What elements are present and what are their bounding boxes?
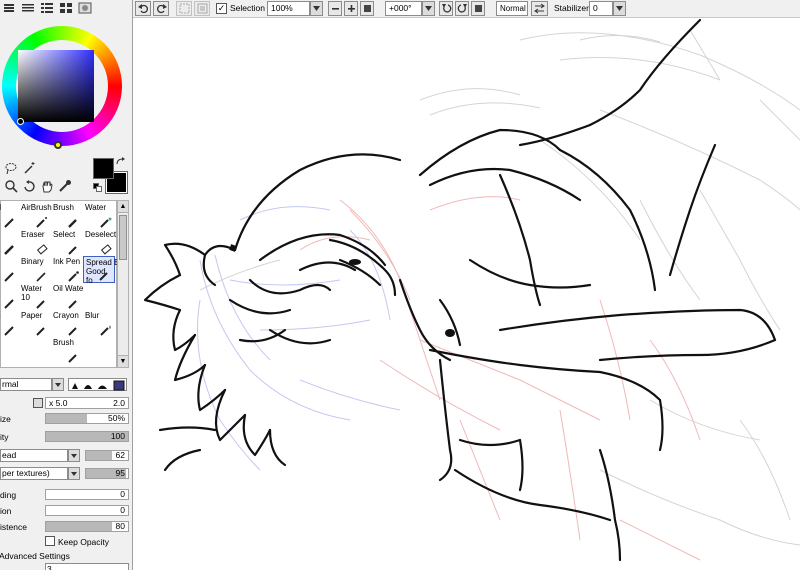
brush-tool-grid: ncil AirBrush Brush Water ker Eraser Sel… <box>0 200 119 368</box>
scroll-down-icon[interactable]: ▼ <box>118 355 128 367</box>
size-pressure-toggle[interactable] <box>33 398 43 408</box>
tool-oil-water[interactable]: Oil Wate <box>51 283 83 310</box>
foreground-color-swatch[interactable] <box>93 158 114 179</box>
blend-mode-field[interactable]: Normal <box>496 1 528 16</box>
texture-strength-slider[interactable]: 95 <box>85 468 129 479</box>
blend-mode-select[interactable]: rmal <box>0 378 52 391</box>
zoom-in-button[interactable] <box>344 1 358 16</box>
undo-button[interactable] <box>135 1 151 16</box>
saturation-value-square[interactable] <box>18 50 94 122</box>
list-view-icon[interactable] <box>21 2 35 14</box>
hue-marker[interactable] <box>54 141 62 149</box>
tool-water-10[interactable]: Water 10 <box>19 283 51 310</box>
deselect-button[interactable] <box>176 1 192 16</box>
tool-airbrush[interactable]: AirBrush <box>19 202 52 229</box>
tool-empty-slot[interactable] <box>83 283 115 310</box>
hand-icon[interactable] <box>40 179 54 193</box>
top-toolbar: ✓ Selection 100% +000° Normal Stabilizer… <box>133 0 800 18</box>
stabilizer-field[interactable]: 0 <box>589 1 613 16</box>
tool-watercolor-variant[interactable]: er <box>0 283 19 310</box>
eyedropper-icon[interactable] <box>58 179 72 193</box>
zoom-out-button[interactable] <box>328 1 342 16</box>
tool-deselect[interactable]: Deselect <box>83 229 116 256</box>
tool-select[interactable]: Select <box>51 229 83 256</box>
stabilizer-dropdown-icon[interactable] <box>613 1 626 16</box>
swap-colors-icon[interactable] <box>116 157 126 167</box>
persistence-slider[interactable]: 80 <box>45 521 129 532</box>
dilution-label: ion <box>0 506 12 516</box>
sketch-artwork <box>143 18 800 562</box>
zoom-dropdown-icon[interactable] <box>310 1 323 16</box>
zoom-icon[interactable] <box>4 179 18 193</box>
brush-shape-select[interactable]: ead <box>0 449 68 462</box>
rotation-dropdown-icon[interactable] <box>422 1 435 16</box>
shape-strength-slider[interactable]: 62 <box>85 450 129 461</box>
tool-pencil[interactable]: ncil <box>0 202 19 229</box>
tool-crayon[interactable]: Crayon <box>51 310 83 337</box>
keep-opacity-label: Keep Opacity <box>58 537 110 547</box>
left-panel: ncil AirBrush Brush Water ker Eraser Sel… <box>0 0 133 570</box>
drawing-canvas[interactable] <box>134 18 800 570</box>
size-range-field[interactable]: x 5.0 2.0 <box>45 397 129 409</box>
tool-eraser[interactable]: Eraser <box>19 229 51 256</box>
brush-shape-selector[interactable] <box>68 378 127 391</box>
blending-label: ding <box>0 490 17 500</box>
tool-binary[interactable]: Binary <box>19 256 51 283</box>
selection-label: Selection <box>230 3 265 13</box>
scroll-thumb[interactable] <box>119 215 127 260</box>
tool-empty-slot[interactable] <box>19 337 51 364</box>
tool-brush-2[interactable]: Brush <box>51 337 83 364</box>
panel-menu-icon[interactable] <box>2 2 16 14</box>
scroll-up-icon[interactable]: ▲ <box>118 201 128 213</box>
tool-spread-brush[interactable]: Spread B Good fo <box>83 256 119 285</box>
tool-brush[interactable]: Brush <box>51 202 83 229</box>
advanced-settings-label[interactable]: Advanced Settings <box>0 551 70 561</box>
rotate-right-button[interactable] <box>455 1 469 16</box>
tool-water[interactable]: Water <box>83 202 115 229</box>
rotate-icon[interactable] <box>22 179 36 193</box>
tool-grid-scrollbar[interactable]: ▲ ▼ <box>117 200 129 368</box>
flip-horizontal-button[interactable] <box>531 1 548 16</box>
blend-mode-dropdown-icon[interactable] <box>52 378 64 391</box>
zoom-field[interactable]: 100% <box>267 1 310 16</box>
redo-button[interactable] <box>153 1 169 16</box>
color-picker-marker[interactable] <box>17 118 24 125</box>
size-slider[interactable]: 50% <box>45 413 129 424</box>
magic-wand-icon[interactable] <box>23 161 37 175</box>
blending-slider[interactable]: 0 <box>45 489 129 500</box>
reset-colors-icon[interactable] <box>93 183 102 192</box>
grid-view-icon[interactable] <box>59 2 73 14</box>
rotate-left-button[interactable] <box>439 1 453 16</box>
texture-dropdown-icon[interactable] <box>68 467 80 480</box>
zoom-reset-button[interactable] <box>360 1 374 16</box>
persistence-label: istence <box>0 522 27 532</box>
tool-paper[interactable]: Paper <box>19 310 51 337</box>
tool-empty-slot[interactable] <box>0 337 19 364</box>
density-slider[interactable]: 100 <box>45 431 129 442</box>
tool-marker[interactable]: ker <box>0 229 19 256</box>
tool-ink-pen[interactable]: Ink Pen <box>51 256 83 283</box>
tool-acrylic[interactable]: ylic <box>0 310 19 337</box>
brush-shape-dropdown-icon[interactable] <box>68 449 80 462</box>
dilution-slider[interactable]: 0 <box>45 505 129 516</box>
invert-selection-button[interactable] <box>194 1 210 16</box>
rotation-reset-button[interactable] <box>471 1 485 16</box>
tool-bucket[interactable]: ket <box>0 256 19 283</box>
texture-select[interactable]: per textures) <box>0 467 68 480</box>
advanced-setting-field[interactable]: 3 <box>45 563 129 570</box>
tool-blur[interactable]: Blur <box>83 310 115 337</box>
size-label: ize <box>0 414 11 424</box>
stabilizer-label: Stabilizer <box>554 3 589 13</box>
selection-checkbox[interactable]: ✓ <box>216 3 227 14</box>
density-label: ity <box>0 432 9 442</box>
lasso-icon[interactable] <box>4 161 18 175</box>
rotation-field[interactable]: +000° <box>385 1 422 16</box>
keep-opacity-checkbox[interactable] <box>45 536 55 546</box>
color-swatch-icon[interactable] <box>78 2 92 14</box>
detail-view-icon[interactable] <box>40 2 54 14</box>
